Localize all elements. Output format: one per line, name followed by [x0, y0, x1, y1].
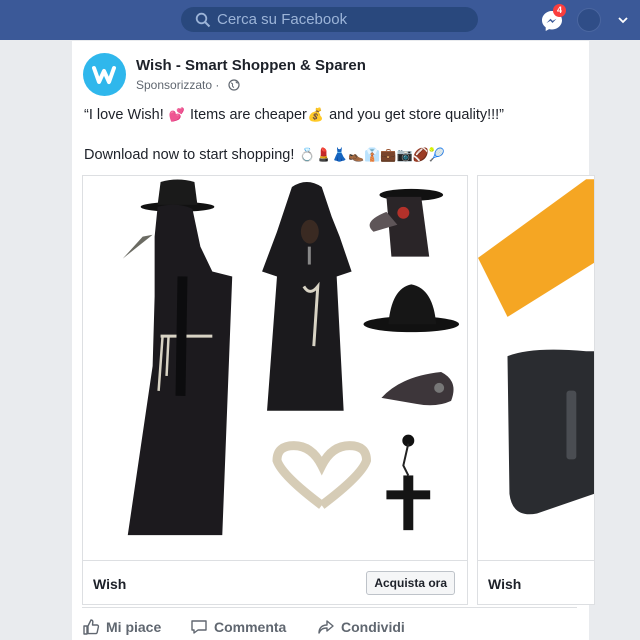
- carousel-card-2[interactable]: $14 Wish: [477, 175, 595, 605]
- messenger-badge: 4: [553, 4, 566, 17]
- thumbs-up-icon: [83, 619, 100, 635]
- money-bag-emoji: 💰: [307, 107, 325, 122]
- like-button[interactable]: Mi piace: [82, 618, 161, 636]
- share-icon: [318, 620, 334, 634]
- search-placeholder: Cerca su Facebook: [217, 11, 348, 28]
- two-hearts-emoji: 💕: [168, 107, 185, 122]
- emoji-row: 💍💄👗👞👔💼📷🏈🎾: [299, 147, 446, 162]
- sponsored-post: Wish - Smart Shoppen & Sparen Sponsorizz…: [72, 41, 595, 640]
- post-text-line-2: Download now to start shopping! 💍💄👗👞👔💼📷🏈…: [84, 147, 446, 163]
- search-bar[interactable]: Cerca su Facebook: [181, 7, 478, 32]
- post-text-line-1: “I love Wish! 💕 Items are cheaper💰 and y…: [84, 107, 504, 123]
- top-navigation-bar: Cerca su Facebook 4: [0, 0, 640, 40]
- divider: [82, 607, 577, 608]
- share-button[interactable]: Condividi: [317, 618, 405, 636]
- card-title[interactable]: Wish: [488, 576, 521, 592]
- text-segment: Download now to start shopping!: [84, 147, 299, 163]
- text-segment: “I love Wish!: [84, 107, 168, 123]
- comment-label: Commenta: [214, 619, 287, 635]
- carousel-card-footer: Wish: [478, 560, 594, 604]
- comment-icon: [191, 620, 207, 634]
- search-icon: [195, 12, 211, 28]
- wish-logo[interactable]: [83, 53, 126, 96]
- product-image-2[interactable]: [478, 176, 594, 560]
- comment-button[interactable]: Commenta: [190, 618, 286, 636]
- page-name[interactable]: Wish - Smart Shoppen & Sparen: [136, 57, 366, 74]
- sponsored-label: Sponsorizzato ·: [136, 78, 220, 92]
- globe-icon: [228, 79, 240, 91]
- like-label: Mi piace: [106, 619, 162, 635]
- card-title[interactable]: Wish: [93, 576, 126, 592]
- profile-avatar[interactable]: [577, 8, 601, 32]
- carousel-card-footer: Wish Acquista ora: [83, 560, 467, 604]
- shop-now-button[interactable]: Acquista ora: [366, 571, 455, 595]
- carousel-card-1[interactable]: Wish Acquista ora: [82, 175, 468, 605]
- text-segment: and you get store quality!!!”: [325, 107, 505, 123]
- text-segment: Items are cheaper: [185, 107, 307, 123]
- share-label: Condividi: [341, 619, 405, 635]
- chevron-down-icon[interactable]: [617, 14, 629, 26]
- product-image-plague-doctor-costume[interactable]: [83, 176, 467, 560]
